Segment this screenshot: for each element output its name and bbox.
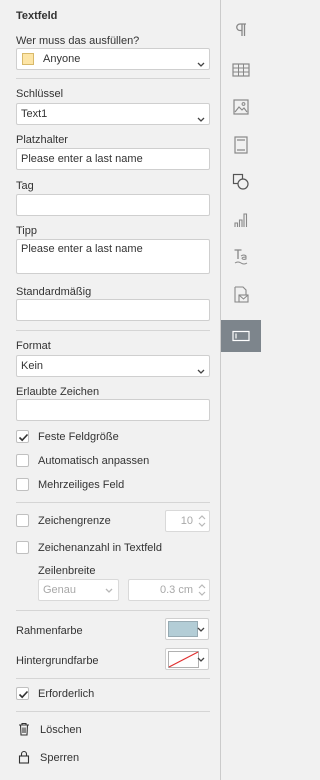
char-limit-checkbox[interactable] bbox=[16, 514, 29, 527]
format-label: Format bbox=[16, 340, 51, 352]
table-icon bbox=[232, 63, 250, 77]
text-art-icon bbox=[234, 249, 248, 265]
header-footer-settings-tab[interactable] bbox=[221, 129, 261, 161]
tip-label: Tipp bbox=[16, 225, 37, 237]
text-art-settings-tab[interactable] bbox=[221, 241, 261, 273]
key-select[interactable]: Text1 bbox=[16, 103, 210, 125]
allowed-chars-label: Erlaubte Zeichen bbox=[16, 386, 100, 398]
chevron-down-icon bbox=[197, 627, 205, 632]
no-color-icon bbox=[168, 651, 199, 668]
default-input[interactable] bbox=[16, 299, 210, 321]
tag-input[interactable] bbox=[16, 194, 210, 216]
who-fills-label: Wer muss das ausfüllen? bbox=[16, 35, 140, 47]
char-count-checkbox[interactable] bbox=[16, 541, 29, 554]
check-icon bbox=[18, 690, 29, 699]
image-settings-tab[interactable] bbox=[221, 91, 261, 123]
char-limit-value: 10 bbox=[180, 515, 193, 527]
table-settings-tab[interactable] bbox=[221, 54, 261, 86]
mail-merge-icon bbox=[234, 286, 249, 303]
trash-icon bbox=[19, 722, 29, 736]
placeholder-input[interactable]: Please enter a last name bbox=[16, 148, 210, 170]
default-label: Standardmäßig bbox=[16, 286, 92, 298]
lock-icon bbox=[18, 750, 30, 764]
key-value: Text1 bbox=[21, 108, 48, 120]
char-count-label: Zeichenanzahl in Textfeld bbox=[38, 542, 162, 554]
header-footer-icon bbox=[234, 136, 248, 154]
separator bbox=[16, 330, 210, 331]
lock-button[interactable]: Sperren bbox=[16, 749, 136, 767]
delete-button[interactable]: Löschen bbox=[16, 721, 136, 739]
chevron-down-icon bbox=[197, 657, 205, 662]
check-icon bbox=[18, 433, 29, 442]
spinner-arrows-icon bbox=[198, 584, 206, 596]
chart-icon bbox=[234, 213, 248, 227]
separator bbox=[16, 502, 210, 503]
paragraph-settings-tab[interactable] bbox=[221, 14, 261, 46]
border-color-label: Rahmenfarbe bbox=[16, 625, 83, 637]
chevron-down-icon bbox=[197, 110, 205, 130]
background-color-picker[interactable] bbox=[165, 648, 209, 670]
cell-width-value: 0.3 cm bbox=[159, 584, 193, 596]
separator bbox=[16, 711, 210, 712]
format-value: Kein bbox=[21, 360, 44, 372]
autofit-checkbox[interactable] bbox=[16, 454, 29, 467]
separator bbox=[16, 78, 210, 79]
separator bbox=[16, 610, 210, 611]
fixed-size-checkbox[interactable] bbox=[16, 430, 29, 443]
required-checkbox[interactable] bbox=[16, 687, 29, 700]
image-icon bbox=[233, 99, 249, 115]
chevron-down-icon bbox=[197, 362, 205, 382]
right-settings-panel: Textfeld Wer muss das ausfüllen? Anyone … bbox=[0, 0, 221, 780]
role-color-swatch bbox=[22, 53, 34, 65]
fixed-size-label: Feste Feldgröße bbox=[38, 431, 119, 443]
chevron-down-icon bbox=[105, 588, 113, 593]
background-color-label: Hintergrundfarbe bbox=[16, 655, 99, 667]
cell-width-spinner[interactable]: 0.3 cm bbox=[128, 579, 210, 601]
format-select[interactable]: Kein bbox=[16, 355, 210, 377]
autofit-label: Automatisch anpassen bbox=[38, 455, 150, 467]
lock-label: Sperren bbox=[40, 752, 80, 764]
multiline-label: Mehrzeiliges Feld bbox=[38, 479, 125, 491]
key-label: Schlüssel bbox=[16, 88, 64, 100]
shape-settings-tab[interactable] bbox=[221, 166, 261, 198]
border-color-swatch bbox=[168, 621, 198, 637]
placeholder-label: Platzhalter bbox=[16, 134, 68, 146]
chevron-down-icon bbox=[197, 55, 205, 75]
char-limit-spinner[interactable]: 10 bbox=[165, 510, 210, 532]
border-color-picker[interactable] bbox=[165, 618, 209, 640]
chart-settings-tab[interactable] bbox=[221, 204, 261, 236]
paragraph-icon bbox=[236, 23, 246, 36]
cell-width-mode-value: Genau bbox=[43, 584, 77, 596]
shape-icon bbox=[232, 173, 249, 190]
who-fills-value: Anyone bbox=[43, 53, 81, 65]
cell-width-label: Zeilenbreite bbox=[38, 565, 96, 577]
tag-label: Tag bbox=[16, 180, 34, 192]
form-field-settings-tab[interactable] bbox=[221, 320, 261, 352]
tip-textarea[interactable]: Please enter a last name bbox=[16, 239, 210, 274]
mail-merge-settings-tab[interactable] bbox=[221, 279, 261, 311]
char-limit-label: Zeichengrenze bbox=[38, 515, 111, 527]
required-label: Erforderlich bbox=[38, 688, 95, 700]
cell-width-mode-select[interactable]: Genau bbox=[38, 579, 119, 601]
spinner-arrows-icon bbox=[198, 515, 206, 527]
separator bbox=[16, 678, 210, 679]
settings-rail bbox=[221, 0, 261, 780]
delete-label: Löschen bbox=[40, 724, 82, 736]
who-fills-select[interactable]: Anyone bbox=[16, 48, 210, 70]
multiline-checkbox[interactable] bbox=[16, 478, 29, 491]
panel-title: Textfeld bbox=[16, 10, 58, 22]
allowed-chars-input[interactable] bbox=[16, 399, 210, 421]
form-field-icon bbox=[232, 330, 250, 342]
